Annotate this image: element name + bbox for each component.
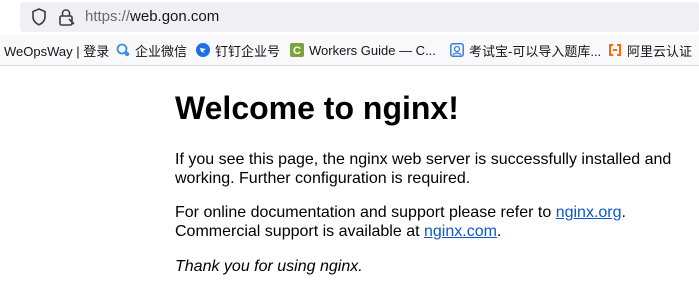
bookmarks-bar: WeOpsWay | 登录 企业微信 钉钉企业号 C Workers Guide… — [0, 35, 699, 66]
url-text[interactable]: https://web.gon.com — [85, 8, 219, 26]
thank-you-text: Thank you for using nginx. — [175, 258, 363, 275]
page-title: Welcome to nginx! — [175, 90, 459, 126]
support-text-period: . — [621, 204, 626, 221]
svg-text:C: C — [293, 45, 301, 57]
bookmark-dingtalk[interactable]: 钉钉企业号 — [196, 42, 281, 59]
bookmark-label: Workers Guide — C... — [309, 42, 436, 58]
bookmark-label: 考试宝-可以导入题库... — [469, 43, 602, 59]
bookmark-label: 阿里云认证 — [627, 43, 693, 59]
bookmark-aliyun[interactable]: 阿里云认证 — [608, 42, 693, 59]
shield-icon[interactable] — [31, 8, 47, 26]
support-paragraph: For online documentation and support ple… — [175, 203, 685, 241]
nginx-com-link[interactable]: nginx.com — [424, 223, 497, 240]
workers-guide-icon: C — [290, 43, 304, 57]
bookmark-label: 钉钉企业号 — [215, 43, 281, 59]
lock-icon[interactable] — [57, 8, 75, 26]
bookmark-label: 企业微信 — [135, 43, 188, 59]
bookmark-label: WeOpsWay | 登录 — [4, 43, 110, 59]
url-scheme: https:// — [85, 8, 131, 25]
support-text: For online documentation and support ple… — [175, 204, 556, 221]
bookmark-weopsway[interactable]: WeOpsWay | 登录 — [4, 42, 110, 59]
aliyun-icon — [609, 44, 621, 56]
browser-toolbar: https://web.gon.com — [0, 0, 699, 35]
commercial-text-period: . — [496, 223, 502, 240]
commercial-text: Commercial support is available at — [175, 223, 424, 240]
bookmark-wecom[interactable]: 企业微信 — [116, 42, 188, 59]
intro-paragraph: If you see this page, the nginx web serv… — [175, 151, 672, 187]
kaoshibao-icon — [450, 43, 464, 57]
wecom-icon — [116, 43, 130, 57]
bookmark-workers-guide[interactable]: C Workers Guide — C... — [290, 42, 436, 58]
url-host: web.gon.com — [130, 8, 220, 25]
dingtalk-icon — [196, 43, 210, 57]
nginx-org-link[interactable]: nginx.org — [556, 204, 622, 221]
bookmark-kaoshibao[interactable]: 考试宝-可以导入题库... — [450, 42, 602, 59]
